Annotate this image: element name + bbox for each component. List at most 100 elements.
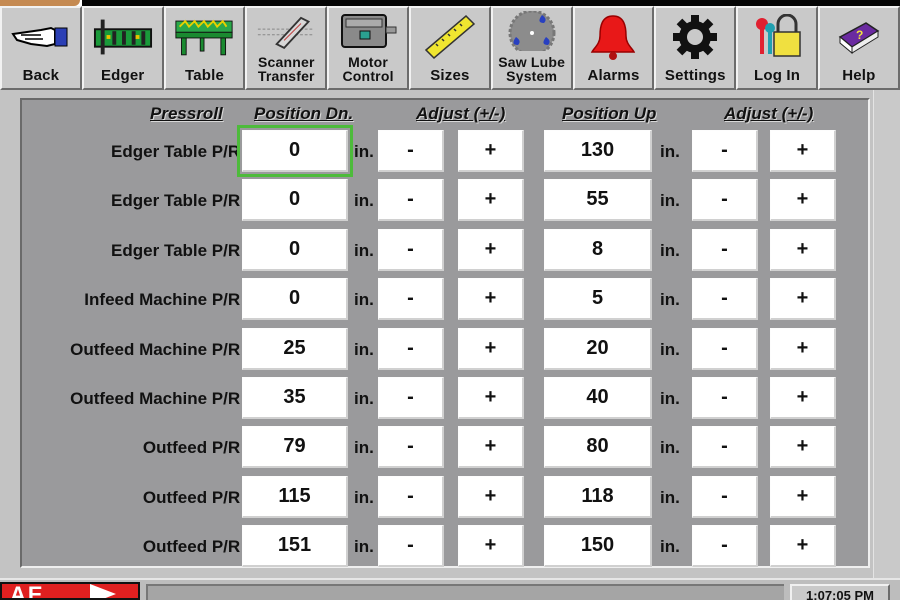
table-row: Edger Table P/R 1: 0 in. - +8 in. - +	[22, 228, 872, 273]
edger-label: Edger	[100, 67, 145, 84]
log-in-label: Log In	[753, 67, 801, 84]
motor-control-label-1: Motor	[348, 54, 389, 70]
pressroll-label: Outfeed Machine P/R 1:	[70, 339, 260, 359]
position-dn-minus-button[interactable]: -	[378, 179, 444, 222]
position-dn-minus-button[interactable]: -	[378, 475, 444, 518]
saw-lube-label-1: Saw Lube	[498, 54, 566, 70]
position-dn-plus-button[interactable]: +	[458, 228, 524, 271]
position-dn-field[interactable]: 0	[237, 125, 353, 177]
position-up-minus-button[interactable]: -	[692, 179, 758, 222]
motor-control-label-2: Control	[342, 68, 394, 84]
header-adjust-dn: Adjust (+/-)	[416, 104, 506, 123]
position-dn-minus-button[interactable]: -	[378, 278, 444, 321]
position-up-minus-button[interactable]: -	[692, 475, 758, 518]
position-dn-plus-button[interactable]: +	[458, 179, 524, 222]
pressroll-label: Infeed Machine P/R 1:	[84, 290, 260, 310]
toolbar: Back Edger Table Scanner Transfer Motor …	[0, 6, 900, 90]
saw-lube-system-button[interactable]: Saw Lube System	[490, 6, 573, 90]
help-book-icon: ?	[829, 8, 889, 66]
gear-icon	[665, 8, 725, 66]
position-up-field[interactable]: 40	[544, 377, 652, 419]
position-dn-plus-button[interactable]: +	[458, 327, 524, 370]
position-dn-field[interactable]: 25	[242, 327, 348, 370]
table-button[interactable]: Table	[163, 6, 246, 90]
position-up-plus-button[interactable]: +	[770, 228, 836, 271]
position-dn-minus-button[interactable]: -	[378, 377, 444, 419]
position-dn-minus-button[interactable]: -	[378, 525, 444, 568]
position-up-field[interactable]: 118	[544, 475, 652, 518]
position-up-field[interactable]: 150	[544, 525, 652, 568]
position-dn-plus-button[interactable]: +	[458, 278, 524, 321]
position-up-minus-button[interactable]: -	[692, 377, 758, 419]
unit-label: in.	[354, 339, 374, 359]
position-up-plus-button[interactable]: +	[770, 130, 836, 172]
position-dn-field[interactable]: 0	[242, 278, 348, 321]
position-up-minus-button[interactable]: -	[692, 525, 758, 568]
position-up-field[interactable]: 20	[544, 327, 652, 370]
position-dn-minus-button[interactable]: -	[378, 228, 444, 271]
table-row: Edger Table P/R 2: 0 in. - +55 in. - +	[22, 179, 872, 223]
edger-button[interactable]: Edger	[81, 6, 164, 90]
position-up-field[interactable]: 55	[544, 179, 652, 222]
position-dn-field[interactable]: 151	[242, 525, 348, 568]
back-button[interactable]: Back	[0, 6, 82, 90]
position-up-minus-button[interactable]: -	[692, 327, 758, 370]
position-dn-field[interactable]: 115	[242, 475, 348, 518]
help-button[interactable]: ? Help	[817, 6, 900, 90]
position-up-plus-button[interactable]: +	[770, 327, 836, 370]
position-dn-plus-button[interactable]: +	[458, 426, 524, 469]
settings-button[interactable]: Settings	[654, 6, 737, 90]
header-position-up: Position Up	[562, 104, 657, 123]
position-up-minus-button[interactable]: -	[692, 130, 758, 172]
sizes-button[interactable]: Sizes	[408, 6, 491, 90]
back-label: Back	[22, 67, 60, 84]
brand-logo: AE	[0, 582, 140, 600]
unit-label: in.	[660, 290, 680, 310]
position-dn-field[interactable]: 35	[242, 377, 348, 419]
position-dn-minus-button[interactable]: -	[378, 130, 444, 172]
position-up-minus-button[interactable]: -	[692, 278, 758, 321]
position-up-minus-button[interactable]: -	[692, 426, 758, 469]
motor-control-button[interactable]: Motor Control	[327, 6, 409, 90]
table-row: Outfeed Machine P/R 1: 25 in. - +20 in. - +	[22, 327, 872, 372]
table-row: Outfeed P/R 2: 115 in. - +118 in. - +	[22, 475, 872, 520]
position-up-field[interactable]: 5	[544, 278, 652, 321]
position-up-plus-button[interactable]: +	[770, 179, 836, 222]
table-conveyor-icon	[174, 8, 234, 66]
position-dn-field[interactable]: 0	[242, 228, 348, 271]
position-dn-minus-button[interactable]: -	[378, 426, 444, 469]
motor-icon	[338, 8, 398, 53]
unit-label: in.	[354, 438, 374, 458]
table-row: Outfeed Machine P/R 2: 35 in. - +40 in. - +	[22, 377, 872, 421]
position-up-plus-button[interactable]: +	[770, 377, 836, 419]
position-dn-plus-button[interactable]: +	[458, 130, 524, 172]
table-row: Outfeed P/R 1: 79 in. - +80 in. - +	[22, 426, 872, 470]
unit-label: in.	[354, 487, 374, 507]
position-up-field[interactable]: 130	[544, 130, 652, 172]
position-up-plus-button[interactable]: +	[770, 426, 836, 469]
pressroll-panel: Pressroll Position Dn. Adjust (+/-) Posi…	[20, 98, 870, 568]
alarms-label: Alarms	[587, 67, 640, 84]
position-dn-plus-button[interactable]: +	[458, 475, 524, 518]
scanner-transfer-button[interactable]: Scanner Transfer	[245, 6, 328, 90]
position-dn-plus-button[interactable]: +	[458, 525, 524, 568]
unit-label: in.	[354, 290, 374, 310]
unit-label: in.	[354, 537, 374, 557]
position-up-plus-button[interactable]: +	[770, 475, 836, 518]
settings-label: Settings	[664, 67, 726, 84]
alarms-button[interactable]: Alarms	[572, 6, 655, 90]
position-dn-field[interactable]: 0	[242, 179, 348, 222]
position-dn-field[interactable]: 79	[242, 426, 348, 469]
log-in-button[interactable]: Log In	[736, 6, 818, 90]
position-up-plus-button[interactable]: +	[770, 278, 836, 321]
bell-icon	[583, 8, 643, 66]
position-up-plus-button[interactable]: +	[770, 525, 836, 568]
unit-label: in.	[660, 142, 680, 161]
position-up-minus-button[interactable]: -	[692, 228, 758, 271]
svg-text:?: ?	[856, 28, 863, 42]
position-dn-plus-button[interactable]: +	[458, 377, 524, 419]
position-up-field[interactable]: 8	[544, 228, 652, 271]
position-dn-minus-button[interactable]: -	[378, 327, 444, 370]
position-up-field[interactable]: 80	[544, 426, 652, 469]
pressroll-label: Outfeed Machine P/R 2:	[70, 389, 260, 408]
